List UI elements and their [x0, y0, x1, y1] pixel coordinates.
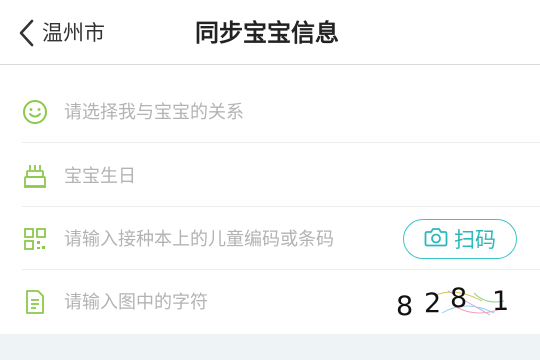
qr-code-icon [22, 226, 48, 252]
child-code-input[interactable] [64, 219, 390, 259]
document-icon [22, 289, 48, 315]
captcha-char: 1 [492, 286, 510, 317]
scan-button[interactable]: 扫码 [403, 219, 517, 259]
relation-select[interactable] [64, 92, 390, 132]
captcha-char: 8 [396, 291, 414, 322]
birthday-cake-icon [22, 163, 48, 189]
code-row: 扫码 [0, 208, 540, 270]
camera-icon [424, 227, 448, 251]
row-divider [22, 206, 540, 207]
row-divider [22, 269, 540, 270]
captcha-row: 8 2 8 1 [0, 271, 540, 333]
smiley-face-icon [22, 99, 48, 125]
captcha-char: 2 [424, 288, 442, 319]
captcha-char: 8 [450, 283, 468, 314]
birthday-row[interactable] [0, 145, 540, 207]
navigation-bar: 温州市 同步宝宝信息 [0, 0, 540, 65]
sync-baby-info-page: 温州市 同步宝宝信息 请选择我与宝宝的关系 宝宝生日 请输入接种本上的儿童编码或… [0, 0, 540, 360]
relation-row[interactable] [0, 81, 540, 143]
row-divider [22, 142, 540, 143]
birthday-field[interactable] [64, 156, 390, 196]
bottom-background [0, 334, 540, 360]
captcha-input[interactable] [64, 282, 390, 322]
page-title: 同步宝宝信息 [195, 19, 339, 47]
captcha-image[interactable]: 8 2 8 1 [386, 279, 522, 325]
scan-label: 扫码 [454, 228, 496, 252]
